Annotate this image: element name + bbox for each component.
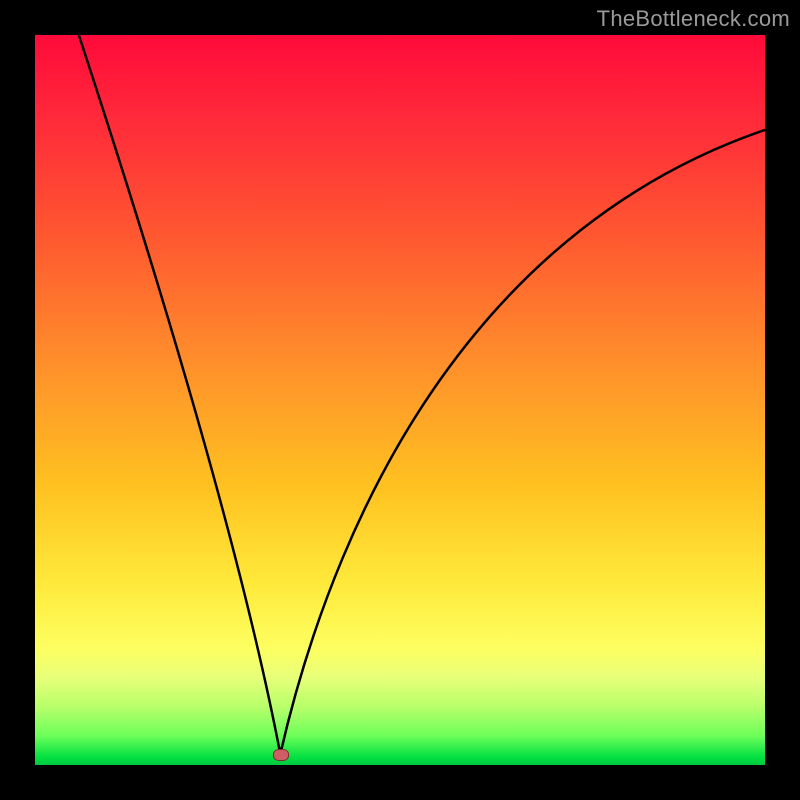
optimum-marker bbox=[273, 749, 289, 761]
watermark-text: TheBottleneck.com bbox=[597, 6, 790, 32]
chart-frame: TheBottleneck.com bbox=[0, 0, 800, 800]
bottleneck-curve bbox=[35, 35, 765, 765]
plot-area bbox=[35, 35, 765, 765]
curve-left-branch bbox=[79, 35, 280, 754]
curve-right-branch bbox=[280, 130, 765, 754]
